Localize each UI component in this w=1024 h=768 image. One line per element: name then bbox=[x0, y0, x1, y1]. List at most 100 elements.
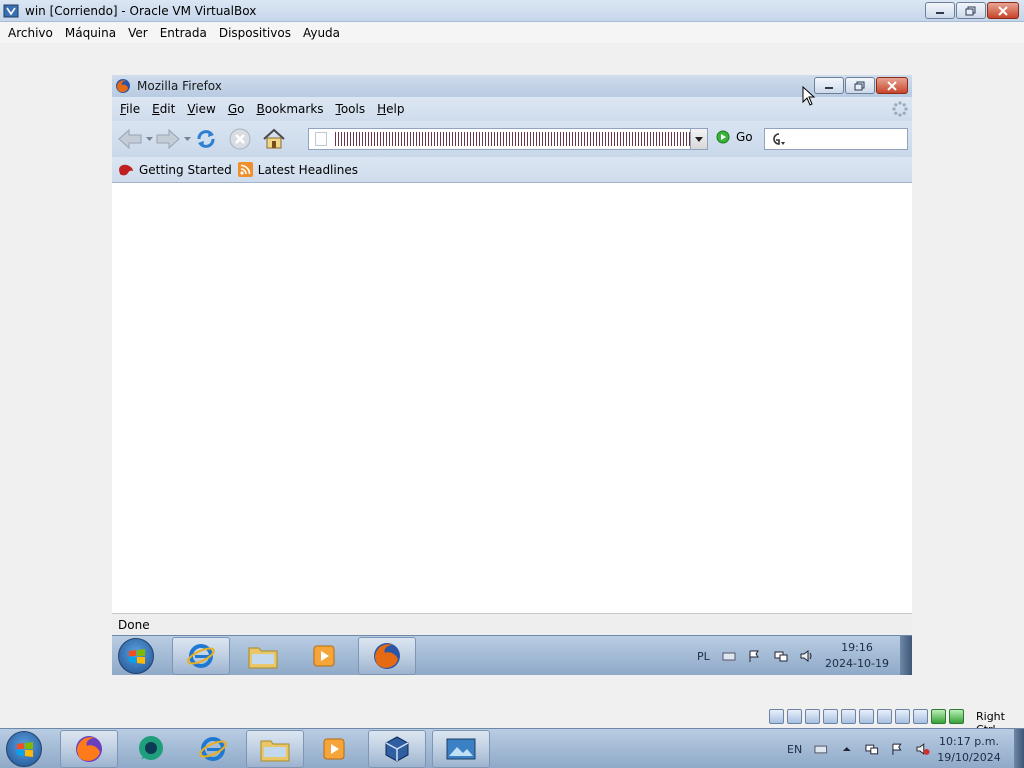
menu-file[interactable]: File bbox=[116, 102, 144, 116]
host-taskbar-explorer[interactable] bbox=[246, 730, 304, 768]
action-center-flag-icon[interactable] bbox=[748, 650, 762, 662]
menu-go[interactable]: Go bbox=[224, 102, 249, 116]
display-status-icon[interactable] bbox=[877, 709, 892, 724]
menu-edit[interactable]: Edit bbox=[148, 102, 179, 116]
host-show-desktop-button[interactable] bbox=[1014, 729, 1024, 768]
guest-taskbar-media-player[interactable] bbox=[296, 637, 354, 675]
guest-taskbar-explorer[interactable] bbox=[234, 637, 292, 675]
host-taskbar: EN 10:17 p.m. 19/10/2024 bbox=[0, 728, 1024, 768]
host-date: 19/10/2024 bbox=[937, 751, 1001, 764]
bookmark-getting-started[interactable]: Getting Started bbox=[118, 163, 232, 177]
firefox-title-bar[interactable]: Mozilla Firefox bbox=[112, 75, 912, 97]
go-label: Go bbox=[736, 130, 753, 144]
menu-help[interactable]: Help bbox=[373, 102, 408, 116]
host-taskbar-cortana-app[interactable] bbox=[122, 730, 180, 768]
restore-button[interactable] bbox=[956, 2, 986, 19]
google-search-engine-icon[interactable] bbox=[768, 131, 786, 147]
bookmark-latest-headlines[interactable]: Latest Headlines bbox=[237, 162, 358, 177]
close-icon bbox=[887, 80, 897, 91]
minimize-icon bbox=[825, 86, 833, 89]
menu-archivo[interactable]: Archivo bbox=[3, 26, 58, 40]
menu-ayuda[interactable]: Ayuda bbox=[298, 26, 345, 40]
network-status-icon[interactable] bbox=[823, 709, 838, 724]
host-taskbar-media-player[interactable] bbox=[306, 730, 364, 768]
host-taskbar-photo-viewer[interactable] bbox=[432, 730, 490, 768]
menu-view[interactable]: View bbox=[183, 102, 219, 116]
shared-folders-status-icon[interactable] bbox=[859, 709, 874, 724]
host-clock[interactable]: 10:17 p.m. 19/10/2024 bbox=[926, 734, 1012, 766]
network-icon[interactable] bbox=[774, 650, 788, 662]
cpu-status-icon[interactable] bbox=[913, 709, 928, 724]
forward-arrow-icon bbox=[156, 128, 180, 150]
url-bar[interactable] bbox=[308, 128, 708, 150]
page-content[interactable] bbox=[112, 183, 912, 613]
guest-taskbar-internet-explorer[interactable] bbox=[172, 637, 230, 675]
host-time: 10:17 p.m. bbox=[939, 735, 999, 748]
menu-tools[interactable]: Tools bbox=[332, 102, 370, 116]
search-input[interactable] bbox=[786, 133, 907, 145]
search-box[interactable] bbox=[764, 128, 908, 150]
guest-start-button[interactable] bbox=[118, 638, 154, 674]
restore-icon bbox=[965, 6, 976, 15]
back-button[interactable] bbox=[116, 125, 144, 153]
guest-screen[interactable]: Mozilla Firefox File Edit View Go Bookma… bbox=[112, 75, 912, 675]
optical-drive-status-icon[interactable] bbox=[787, 709, 802, 724]
bookmark-label: Getting Started bbox=[139, 162, 232, 177]
back-dropdown[interactable] bbox=[144, 125, 154, 153]
firefox-close-button[interactable] bbox=[876, 77, 908, 94]
host-taskbar-virtualbox[interactable] bbox=[368, 730, 426, 768]
guest-language-indicator[interactable]: PL bbox=[697, 650, 710, 663]
usb-status-icon[interactable] bbox=[841, 709, 856, 724]
go-button[interactable]: Go bbox=[716, 130, 753, 144]
bookmark-label: Latest Headlines bbox=[257, 162, 358, 177]
stop-button[interactable] bbox=[226, 125, 254, 153]
menu-maquina[interactable]: Máquina bbox=[60, 26, 121, 40]
window-title: win [Corriendo] - Oracle VM VirtualBox bbox=[25, 3, 257, 18]
firefox-minimize-button[interactable] bbox=[814, 77, 844, 94]
host-language-indicator[interactable]: EN bbox=[787, 743, 802, 756]
menu-entrada[interactable]: Entrada bbox=[155, 26, 212, 40]
firefox-menu-bar: File Edit View Go Bookmarks Tools Help bbox=[112, 97, 912, 121]
close-button[interactable] bbox=[987, 2, 1019, 19]
menu-ver[interactable]: Ver bbox=[123, 26, 153, 40]
minimize-button[interactable] bbox=[925, 2, 955, 19]
keyboard-icon[interactable] bbox=[814, 743, 828, 755]
keyboard-icon[interactable] bbox=[722, 650, 736, 662]
firefox-restore-button[interactable] bbox=[845, 77, 875, 94]
home-button[interactable] bbox=[260, 125, 288, 153]
keyboard-capture-status-icon[interactable] bbox=[949, 709, 964, 724]
bookmarks-toolbar: Getting Started Latest Headlines bbox=[112, 157, 912, 183]
url-input[interactable] bbox=[335, 132, 690, 146]
virtualbox-title-bar[interactable]: win [Corriendo] - Oracle VM VirtualBox bbox=[0, 0, 1024, 22]
url-history-dropdown[interactable] bbox=[690, 129, 707, 149]
guest-show-desktop-button[interactable] bbox=[900, 636, 912, 675]
virtualbox-menu-bar: Archivo Máquina Ver Entrada Dispositivos… bbox=[0, 22, 1024, 43]
host-start-button[interactable] bbox=[6, 731, 42, 767]
forward-button[interactable] bbox=[154, 125, 182, 153]
home-icon bbox=[263, 128, 285, 149]
firefox-logo-icon bbox=[116, 79, 130, 93]
network-icon[interactable] bbox=[865, 743, 879, 755]
host-taskbar-internet-explorer[interactable] bbox=[184, 730, 242, 768]
show-hidden-icons-icon[interactable] bbox=[840, 743, 854, 755]
close-icon bbox=[998, 5, 1008, 16]
host-taskbar-firefox[interactable] bbox=[60, 730, 118, 768]
reload-button[interactable] bbox=[192, 125, 220, 153]
throbber-icon bbox=[892, 101, 908, 117]
menu-bookmarks[interactable]: Bookmarks bbox=[252, 102, 327, 116]
host-system-tray: EN bbox=[780, 729, 930, 768]
guest-clock[interactable]: 19:16 2024-10-19 bbox=[812, 640, 902, 672]
photo-viewer-icon bbox=[446, 738, 476, 760]
mouse-integration-status-icon[interactable] bbox=[931, 709, 946, 724]
navigation-toolbar: Go bbox=[112, 121, 912, 157]
menu-dispositivos[interactable]: Dispositivos bbox=[214, 26, 296, 40]
audio-status-icon[interactable] bbox=[805, 709, 820, 724]
recording-status-icon[interactable] bbox=[895, 709, 910, 724]
minimize-icon bbox=[936, 11, 944, 14]
action-center-flag-icon[interactable] bbox=[891, 743, 905, 755]
guest-taskbar-firefox[interactable] bbox=[358, 637, 416, 675]
forward-dropdown[interactable] bbox=[182, 125, 192, 153]
hard-disk-status-icon[interactable] bbox=[769, 709, 784, 724]
restore-icon bbox=[854, 81, 865, 90]
windows-logo-icon bbox=[129, 649, 145, 664]
